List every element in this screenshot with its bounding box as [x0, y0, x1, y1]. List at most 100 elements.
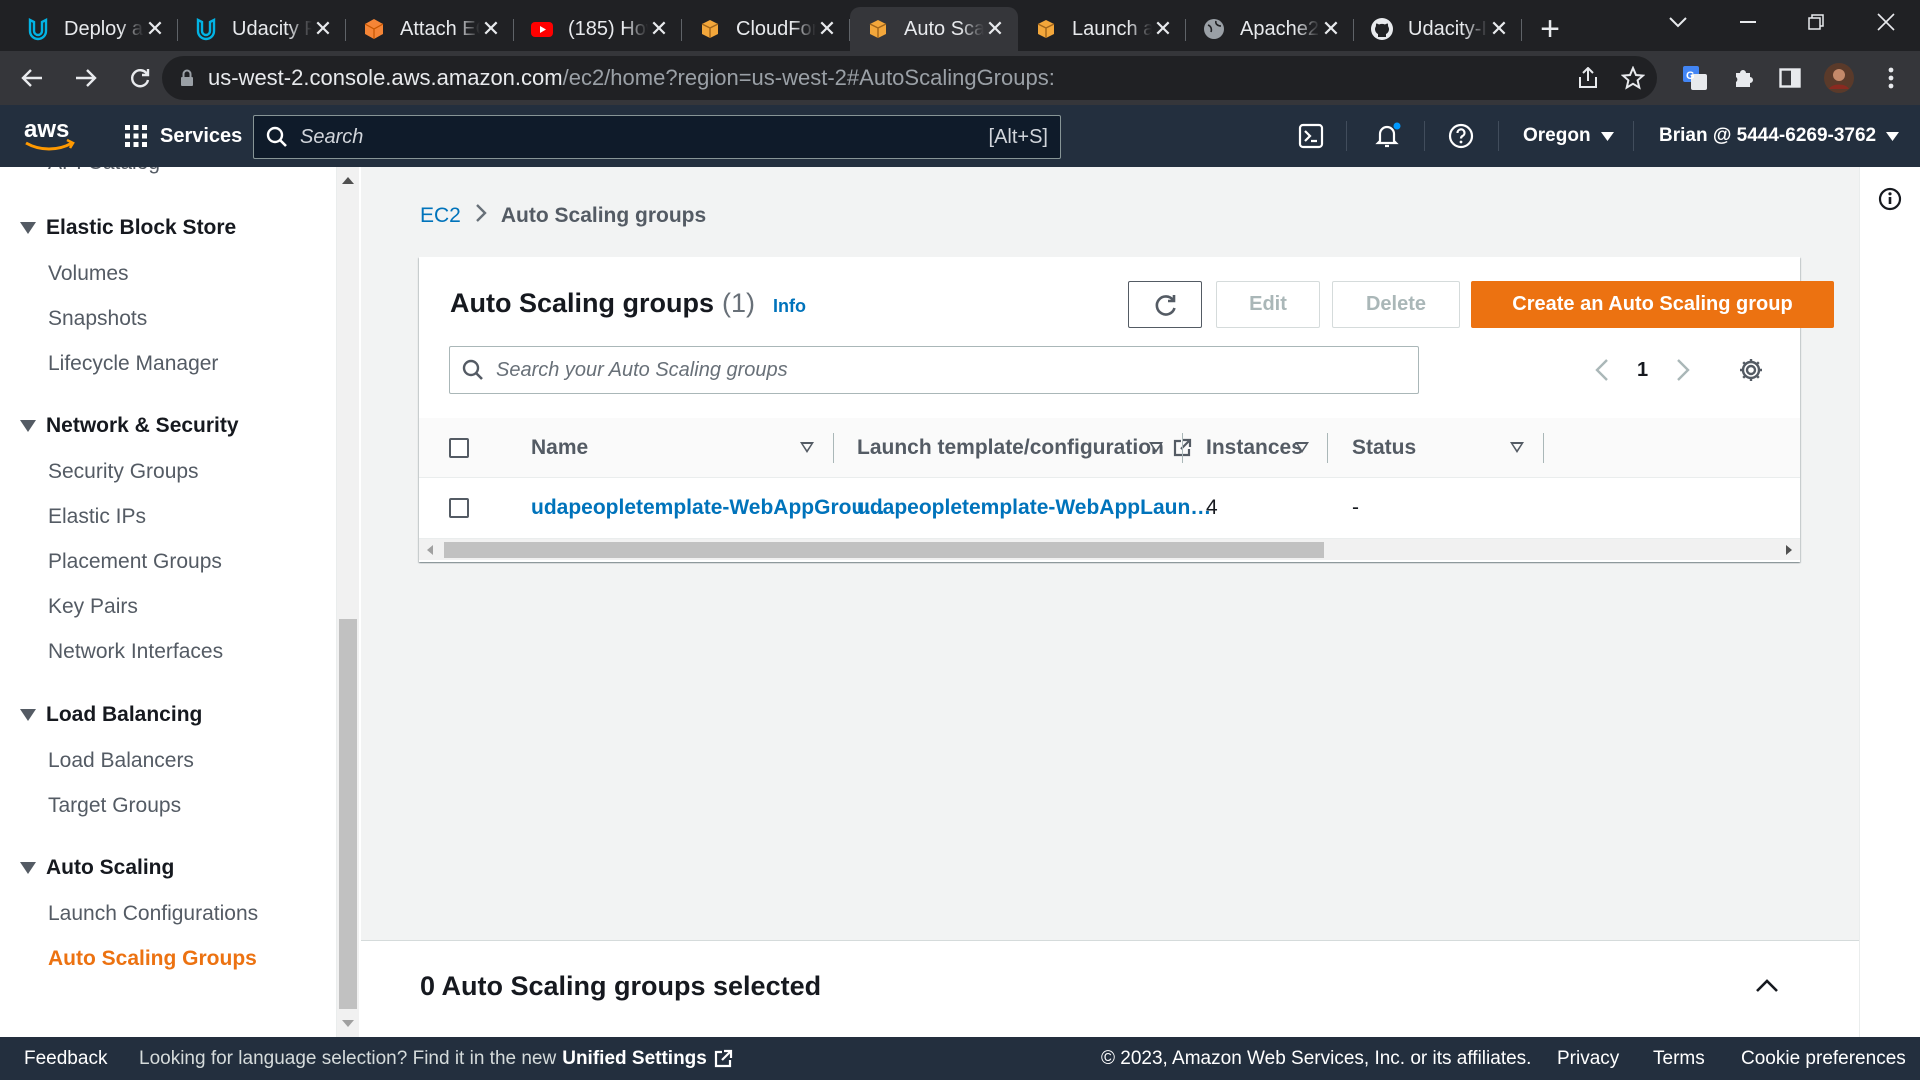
sidebar-section-load-balancing[interactable]: Load Balancing — [20, 703, 202, 727]
browser-menu-icon[interactable] — [1872, 59, 1910, 97]
breadcrumb-ec2-link[interactable]: EC2 — [420, 204, 461, 228]
close-tab-icon[interactable]: ✕ — [1320, 16, 1342, 42]
services-menu-button[interactable]: Services — [124, 105, 242, 167]
sidebar-item-target-groups[interactable]: Target Groups — [48, 794, 181, 818]
browser-tab[interactable]: Apache2 ✕ — [1186, 7, 1354, 51]
feedback-link[interactable]: Feedback — [24, 1037, 107, 1080]
browser-tab[interactable]: Launch a ✕ — [1018, 7, 1186, 51]
sidebar-item-security-groups[interactable]: Security Groups — [48, 460, 199, 484]
close-tab-icon[interactable]: ✕ — [1152, 16, 1174, 42]
sidebar-scrollbar[interactable] — [337, 167, 359, 1037]
profile-avatar[interactable] — [1820, 59, 1858, 97]
browser-tab-active[interactable]: Auto Sca ✕ — [850, 7, 1018, 51]
unified-settings-link[interactable]: Unified Settings — [562, 1048, 707, 1070]
browser-tab[interactable]: (185) How ✕ — [514, 7, 682, 51]
region-selector[interactable]: Oregon — [1523, 105, 1614, 167]
sort-icon[interactable] — [1149, 442, 1163, 453]
star-icon[interactable] — [1614, 59, 1652, 97]
scroll-down-arrow-icon[interactable] — [342, 1020, 354, 1027]
sort-icon[interactable] — [1510, 442, 1524, 453]
column-header-launch-template[interactable]: Launch template/configuration — [857, 418, 1192, 478]
launch-template-link[interactable]: udapeopletemplate-WebAppLaun… — [857, 478, 1211, 538]
sidebar-item-launch-configurations[interactable]: Launch Configurations — [48, 902, 258, 926]
close-tab-icon[interactable]: ✕ — [1488, 16, 1510, 42]
sidebar-item-key-pairs[interactable]: Key Pairs — [48, 595, 138, 619]
close-window-icon[interactable] — [1856, 0, 1916, 44]
close-tab-icon[interactable]: ✕ — [816, 16, 838, 42]
sidebar-item-api-catalog[interactable]: API Catalog — [48, 167, 160, 175]
address-bar[interactable]: us-west-2.console.aws.amazon.com/ec2/hom… — [162, 56, 1657, 100]
delete-button[interactable]: Delete — [1332, 281, 1460, 328]
close-tab-icon[interactable]: ✕ — [984, 16, 1006, 42]
table-horizontal-scrollbar[interactable] — [419, 538, 1800, 560]
account-menu[interactable]: Brian @ 5444-6269-3762 — [1659, 105, 1900, 167]
close-tab-icon[interactable]: ✕ — [312, 16, 334, 42]
side-panel-icon[interactable] — [1771, 59, 1809, 97]
share-icon[interactable] — [1569, 59, 1607, 97]
sidebar-item-load-balancers[interactable]: Load Balancers — [48, 749, 194, 773]
caret-down-icon — [1886, 131, 1900, 141]
scrollbar-thumb[interactable] — [444, 542, 1324, 558]
new-tab-button[interactable]: + — [1528, 7, 1572, 51]
sidebar-item-network-interfaces[interactable]: Network Interfaces — [48, 640, 223, 664]
help-icon[interactable] — [1448, 105, 1474, 167]
scroll-right-arrow-icon[interactable] — [1786, 545, 1792, 555]
privacy-link[interactable]: Privacy — [1557, 1037, 1619, 1080]
select-all-checkbox[interactable] — [449, 438, 469, 458]
tab-search-icon[interactable] — [1648, 0, 1708, 44]
notifications-bell-icon[interactable] — [1374, 105, 1402, 167]
page-number[interactable]: 1 — [1637, 359, 1648, 382]
cookie-preferences-link[interactable]: Cookie preferences — [1741, 1037, 1906, 1080]
scroll-left-arrow-icon[interactable] — [427, 545, 433, 555]
sort-icon[interactable] — [800, 442, 814, 453]
close-tab-icon[interactable]: ✕ — [648, 16, 670, 42]
chevron-up-icon[interactable] — [1755, 979, 1779, 998]
close-tab-icon[interactable]: ✕ — [144, 16, 166, 42]
sidebar-item-elastic-ips[interactable]: Elastic IPs — [48, 505, 146, 529]
edit-button[interactable]: Edit — [1216, 281, 1320, 328]
sidebar-section-network-security[interactable]: Network & Security — [20, 414, 239, 438]
back-icon[interactable] — [10, 56, 54, 100]
browser-tab[interactable]: Attach EC ✕ — [346, 7, 514, 51]
column-header-status[interactable]: Status — [1352, 418, 1416, 478]
sidebar-section-elastic-block-store[interactable]: Elastic Block Store — [20, 216, 236, 240]
extensions-icon[interactable] — [1724, 59, 1762, 97]
forward-icon[interactable] — [64, 56, 108, 100]
reload-icon[interactable] — [118, 56, 162, 100]
sidebar-item-auto-scaling-groups[interactable]: Auto Scaling Groups — [48, 947, 257, 971]
sort-icon[interactable] — [1295, 442, 1309, 453]
aws-search-input[interactable]: Search [Alt+S] — [253, 115, 1061, 159]
table-row[interactable]: udapeopletemplate-WebAppGrou… udapeoplet… — [419, 478, 1800, 538]
browser-tab[interactable]: Udacity-I ✕ — [1354, 7, 1522, 51]
sidebar-item-placement-groups[interactable]: Placement Groups — [48, 550, 222, 574]
sidebar-item-volumes[interactable]: Volumes — [48, 262, 129, 286]
restore-icon[interactable] — [1786, 0, 1846, 44]
browser-tab[interactable]: Udacity F ✕ — [178, 7, 346, 51]
column-header-instances[interactable]: Instances — [1206, 418, 1303, 478]
sidebar-item-snapshots[interactable]: Snapshots — [48, 307, 147, 331]
column-header-name[interactable]: Name — [531, 418, 588, 478]
scrollbar-thumb[interactable] — [339, 619, 357, 1009]
refresh-button[interactable] — [1128, 281, 1202, 328]
translate-icon[interactable]: G — [1676, 59, 1714, 97]
minimize-icon[interactable] — [1718, 0, 1778, 44]
info-link[interactable]: Info — [773, 296, 806, 317]
sidebar-item-lifecycle-manager[interactable]: Lifecycle Manager — [48, 352, 218, 376]
table-settings-gear-icon[interactable] — [1738, 346, 1764, 394]
create-auto-scaling-group-button[interactable]: Create an Auto Scaling group — [1471, 281, 1834, 328]
info-circle-icon[interactable] — [1878, 187, 1902, 216]
aws-logo[interactable]: aws — [24, 116, 76, 158]
browser-tab[interactable]: Deploy a ✕ — [10, 7, 178, 51]
asg-name-link[interactable]: udapeopletemplate-WebAppGrou… — [531, 478, 885, 538]
scroll-up-arrow-icon[interactable] — [342, 177, 354, 184]
close-tab-icon[interactable]: ✕ — [480, 16, 502, 42]
terms-link[interactable]: Terms — [1653, 1037, 1705, 1080]
search-auto-scaling-groups-input[interactable]: Search your Auto Scaling groups — [449, 346, 1419, 394]
chevron-left-icon[interactable] — [1595, 358, 1609, 382]
chevron-right-icon[interactable] — [1676, 358, 1690, 382]
url-host: us-west-2.console.aws.amazon.com — [208, 65, 563, 90]
sidebar-section-auto-scaling[interactable]: Auto Scaling — [20, 856, 174, 880]
browser-tab[interactable]: CloudFor ✕ — [682, 7, 850, 51]
row-checkbox[interactable] — [449, 498, 469, 518]
cloudshell-icon[interactable] — [1298, 105, 1324, 167]
